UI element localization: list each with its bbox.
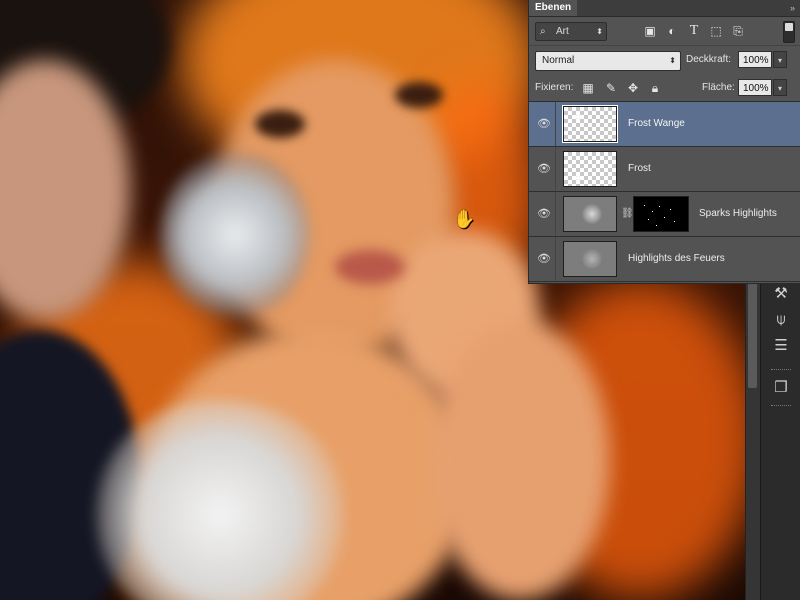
visibility-eye-icon[interactable]: 👁︎ <box>533 147 556 191</box>
layer-row[interactable]: 👁︎ Highlights des Feuers <box>529 237 800 282</box>
vertical-scrollbar[interactable] <box>745 283 760 600</box>
lock-transparency-icon[interactable]: ▦ <box>580 79 596 97</box>
visibility-eye-icon[interactable]: 👁︎ <box>533 102 556 146</box>
layers-panel: Ebenen » ⌕ Art ⬍ ▣ ◐ T ⬚ ⎘ Normal ⬍ Deck… <box>528 0 800 284</box>
woman-eye <box>395 82 443 108</box>
visibility-eye-icon[interactable]: 👁︎ <box>533 192 556 236</box>
opacity-input[interactable]: 100% <box>738 51 772 68</box>
lock-all-icon[interactable]: 🔒︎ <box>647 79 663 97</box>
layer-name[interactable]: Sparks Highlights <box>699 192 777 236</box>
scrollbar-thumb[interactable] <box>748 283 757 388</box>
shape-filter-icon[interactable]: ⬚ <box>707 22 725 40</box>
fill-label: Fläche: <box>702 82 735 93</box>
image-filter-icon[interactable]: ▣ <box>641 22 659 40</box>
hand-cursor-icon: ✋ <box>453 209 476 229</box>
fill-input[interactable]: 100% <box>738 79 772 96</box>
select-arrows-icon: ⬍ <box>669 56 676 65</box>
layer-name[interactable]: Frost <box>628 147 651 191</box>
clone-source-icon[interactable]: ⍦ <box>769 309 793 331</box>
layer-thumbnail[interactable] <box>562 105 618 143</box>
blend-row: Normal ⬍ Deckkraft: 100% ▾ <box>529 46 800 74</box>
woman-eye <box>255 110 305 138</box>
lock-position-icon[interactable]: ✥ <box>625 79 641 97</box>
adjustment-filter-icon[interactable]: ◐ <box>663 22 681 40</box>
layer-mask-thumbnail[interactable] <box>633 196 689 232</box>
opacity-label: Deckkraft: <box>686 54 732 65</box>
layer-thumbnail[interactable] <box>563 241 617 277</box>
blend-mode-select[interactable]: Normal ⬍ <box>535 51 681 71</box>
layer-filter-select[interactable]: ⌕ Art ⬍ <box>535 22 607 41</box>
layer-row[interactable]: 👁︎ ⛓ Sparks Highlights <box>529 192 800 237</box>
woman-lips <box>335 250 405 284</box>
lock-row: Fixieren: ▦ ✎ ✥ 🔒︎ Fläche: 100% ▾ <box>529 75 800 102</box>
layer-filter-row: ⌕ Art ⬍ ▣ ◐ T ⬚ ⎘ <box>529 17 800 46</box>
visibility-eye-icon[interactable]: 👁︎ <box>533 237 556 281</box>
layer-thumbnail[interactable] <box>563 151 617 187</box>
tab-layers[interactable]: Ebenen <box>529 0 578 16</box>
search-icon: ⌕ <box>540 26 546 37</box>
actions-icon[interactable]: ☰ <box>769 335 793 357</box>
woman-arm <box>430 320 610 600</box>
opacity-dropdown[interactable]: ▾ <box>773 51 787 68</box>
filter-toggle[interactable] <box>783 21 795 43</box>
layer-name[interactable]: Frost Wange <box>628 102 685 146</box>
select-arrows-icon: ⬍ <box>596 27 603 36</box>
brush-preset-icon[interactable]: ⚒ <box>769 283 793 305</box>
lock-pixels-icon[interactable]: ✎ <box>603 79 619 97</box>
toolstrip-grip[interactable] <box>771 405 791 408</box>
lock-label: Fixieren: <box>535 82 574 93</box>
panel-toolstrip: ⚒ ⍦ ☰ ❒ <box>760 283 800 600</box>
panel-tabbar: Ebenen » <box>529 0 800 17</box>
3d-icon[interactable]: ❒ <box>769 377 793 399</box>
layer-thumbnail[interactable] <box>563 196 617 232</box>
double-chevron-icon[interactable]: » <box>790 2 795 14</box>
layer-row[interactable]: 👁︎ Frost Wange <box>529 102 800 147</box>
smart-object-filter-icon[interactable]: ⎘ <box>729 22 747 40</box>
layer-filter-value: Art <box>556 26 569 37</box>
type-filter-icon[interactable]: T <box>685 22 703 40</box>
toolstrip-grip[interactable] <box>771 369 791 372</box>
blend-mode-value: Normal <box>542 55 575 66</box>
mask-link-icon[interactable]: ⛓ <box>621 206 634 222</box>
frost-cheek <box>160 150 310 320</box>
layer-name[interactable]: Highlights des Feuers <box>628 237 725 281</box>
fill-dropdown[interactable]: ▾ <box>773 79 787 96</box>
layer-row[interactable]: 👁︎ Frost <box>529 147 800 192</box>
